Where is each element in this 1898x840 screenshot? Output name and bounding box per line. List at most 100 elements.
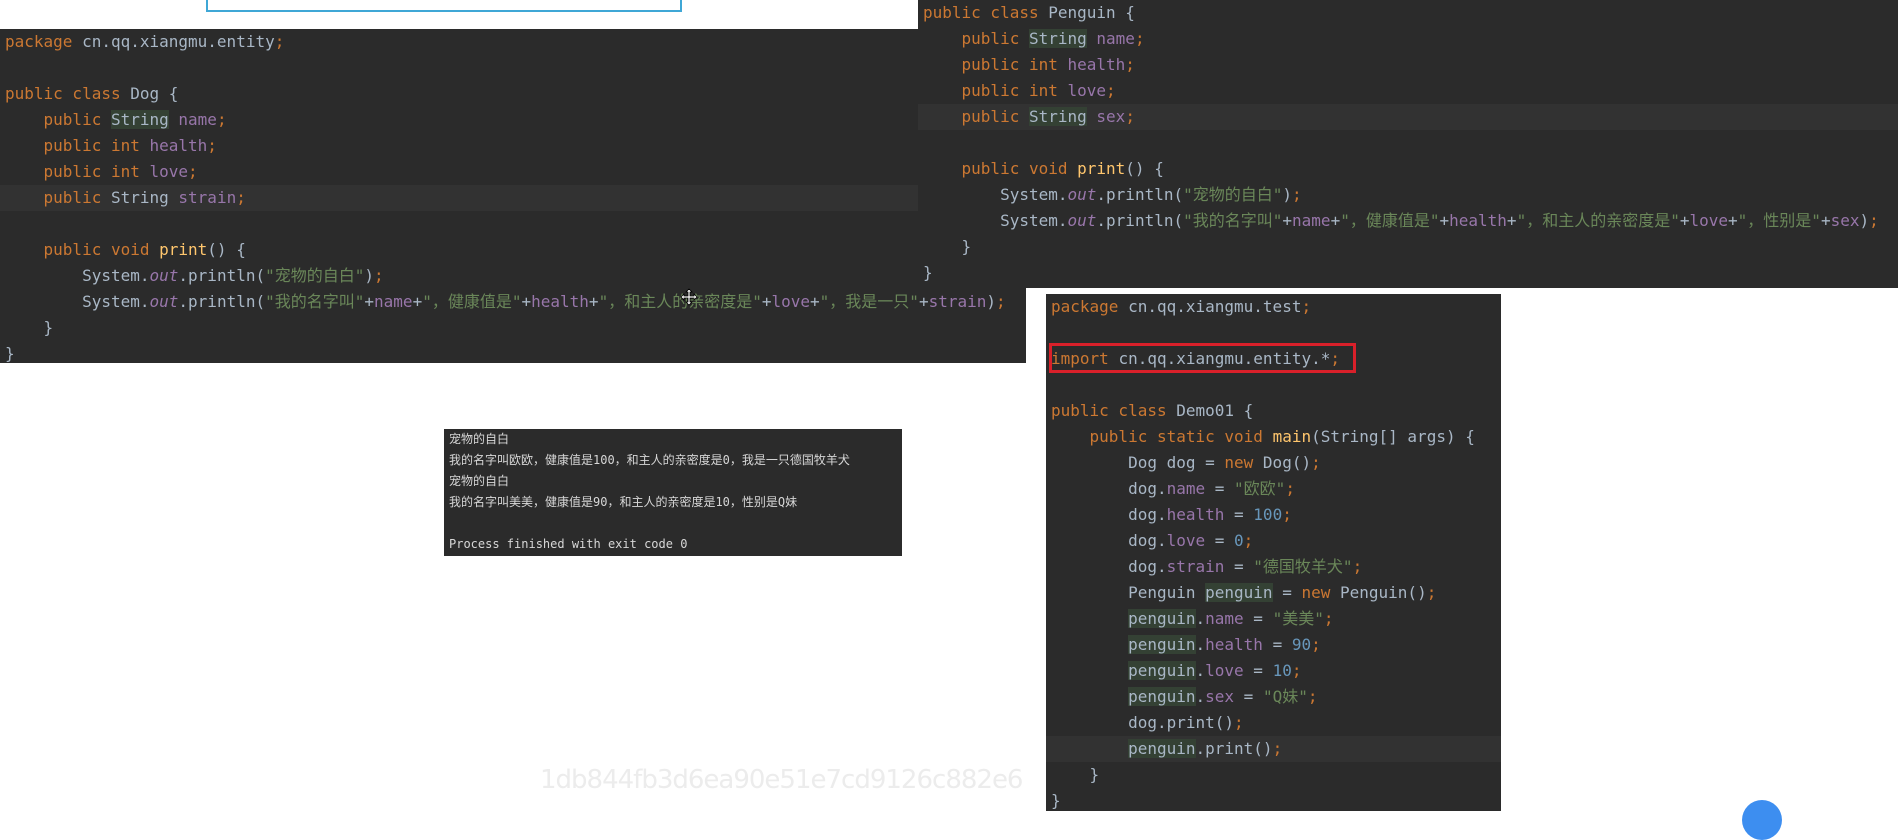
code-line[interactable] — [0, 55, 1026, 81]
code-token: public — [43, 110, 111, 129]
code-token: = — [1205, 479, 1235, 498]
code-line[interactable]: dog.name = "欧欧"; — [1046, 476, 1501, 502]
code-line[interactable]: System.out.println("我的名字叫"+name+"，健康值是"+… — [0, 289, 1026, 315]
code-token: + — [588, 292, 599, 311]
code-token: ; — [1134, 29, 1145, 48]
code-line[interactable]: public class Demo01 { — [1046, 398, 1501, 424]
code-token: ; — [1243, 531, 1254, 550]
code-token: cn.qq.xiangmu.entity — [82, 32, 275, 51]
code-token: dog. — [1051, 557, 1167, 576]
code-line[interactable]: Penguin penguin = new Penguin(); — [1046, 580, 1501, 606]
code-token: + — [1506, 211, 1517, 230]
code-token: love — [1205, 661, 1244, 680]
code-token: + — [1282, 211, 1293, 230]
code-line[interactable]: penguin.health = 90; — [1046, 632, 1501, 658]
code-line[interactable]: package cn.qq.xiangmu.test; — [1046, 294, 1501, 320]
code-line[interactable]: penguin.sex = "Q妹"; — [1046, 684, 1501, 710]
code-token: .println( — [178, 266, 266, 285]
code-token: .println( — [1096, 211, 1184, 230]
code-token: Penguin — [1051, 583, 1206, 602]
code-line[interactable]: penguin.love = 10; — [1046, 658, 1501, 684]
code-token: "宠物的自白" — [265, 266, 365, 285]
code-line[interactable]: public int health; — [0, 133, 1026, 159]
code-token: ) — [364, 266, 375, 285]
code-token: sex — [1096, 107, 1126, 126]
code-token: package — [5, 32, 83, 51]
code-token: name — [374, 292, 413, 311]
code-token: dog. — [1051, 479, 1167, 498]
penguin-class-editor[interactable]: public class Penguin { public String nam… — [918, 0, 1898, 288]
code-token: 90 — [1291, 635, 1312, 654]
code-token: public class — [5, 84, 131, 103]
code-line[interactable]: public class Penguin { — [918, 0, 1898, 26]
dog-class-editor[interactable]: package cn.qq.xiangmu.entity; public cla… — [0, 29, 1026, 363]
code-line[interactable]: System.out.println("我的名字叫"+name+"，健康值是"+… — [918, 208, 1898, 234]
code-token: 100 — [1253, 505, 1283, 524]
code-line[interactable]: } — [918, 234, 1898, 260]
watermark-text: 1db844fb3d6ea90e51e7cd9126c882e6 — [540, 765, 1023, 795]
code-line[interactable]: package cn.qq.xiangmu.entity; — [0, 29, 1026, 55]
code-line[interactable]: } — [1046, 762, 1501, 788]
code-token: = — [1224, 505, 1254, 524]
code-line[interactable]: public int love; — [0, 159, 1026, 185]
code-line[interactable]: dog.health = 100; — [1046, 502, 1501, 528]
code-line[interactable]: dog.strain = "德国牧羊犬"; — [1046, 554, 1501, 580]
code-line[interactable]: penguin.print(); — [1046, 736, 1501, 762]
code-token: name — [1205, 609, 1244, 628]
code-token: ; — [1106, 81, 1116, 100]
code-line[interactable]: public void print() { — [918, 156, 1898, 182]
code-line[interactable]: public class Dog { — [0, 81, 1026, 107]
code-line[interactable]: penguin.name = "美美"; — [1046, 606, 1501, 632]
code-line[interactable] — [1046, 372, 1501, 398]
code-line[interactable]: Dog dog = new Dog(); — [1046, 450, 1501, 476]
code-line[interactable]: public String name; — [918, 26, 1898, 52]
code-token: String — [110, 110, 169, 129]
code-token: ; — [1869, 211, 1879, 230]
code-token: } — [923, 263, 933, 282]
code-line[interactable]: System.out.println("宠物的自白"); — [0, 263, 1026, 289]
code-line[interactable] — [0, 211, 1026, 237]
code-token: "，健康值是" — [1340, 211, 1440, 230]
code-line[interactable]: } — [1046, 788, 1501, 811]
scroll-top-button[interactable] — [1742, 800, 1782, 840]
code-line[interactable]: dog.love = 0; — [1046, 528, 1501, 554]
code-token: + — [918, 292, 929, 311]
code-token: public — [961, 107, 1029, 126]
code-line[interactable]: } — [918, 260, 1898, 286]
code-line[interactable]: public String sex; — [918, 104, 1898, 130]
code-token: } — [5, 318, 54, 337]
code-line[interactable]: System.out.println("宠物的自白"); — [918, 182, 1898, 208]
code-token: ) — [1282, 185, 1293, 204]
code-token: = — [1224, 557, 1254, 576]
code-token: ; — [1323, 609, 1334, 628]
code-line[interactable] — [918, 130, 1898, 156]
search-box[interactable] — [206, 0, 682, 12]
code-token: System. — [923, 211, 1068, 230]
code-token: ; — [236, 188, 246, 207]
code-token: System. — [923, 185, 1068, 204]
code-line[interactable]: public int love; — [918, 78, 1898, 104]
code-token: "美美" — [1272, 609, 1324, 628]
code-token: ; — [1282, 505, 1292, 524]
code-line[interactable]: public int health; — [918, 52, 1898, 78]
code-line[interactable]: } — [0, 341, 1026, 363]
code-token: .print() — [1195, 739, 1273, 758]
code-token: ) — [1859, 211, 1870, 230]
code-line[interactable]: public String name; — [0, 107, 1026, 133]
code-token: package — [1051, 297, 1129, 316]
code-line[interactable]: dog.print(); — [1046, 710, 1501, 736]
code-line[interactable]: public String strain; — [0, 185, 1026, 211]
code-line[interactable]: public static void main(String[] args) { — [1046, 424, 1501, 450]
code-token: dog. — [1051, 531, 1167, 550]
code-line[interactable]: public void print() { — [0, 237, 1026, 263]
code-token: Penguin { — [1048, 3, 1135, 22]
code-line[interactable]: } — [0, 315, 1026, 341]
code-token: 10 — [1272, 661, 1292, 680]
code-token: . — [1195, 609, 1206, 628]
code-token: health — [1205, 635, 1263, 654]
